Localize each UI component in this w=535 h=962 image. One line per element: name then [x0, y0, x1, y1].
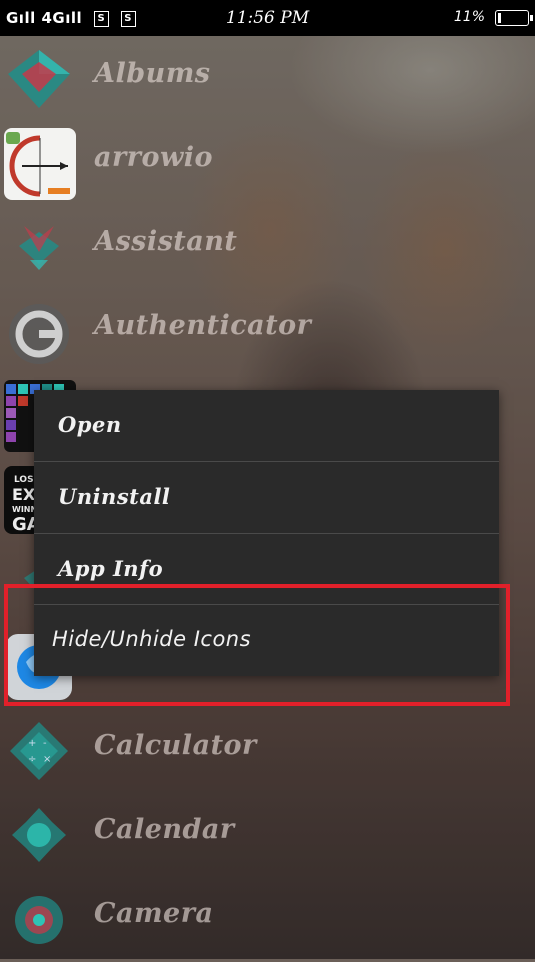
- camera-icon: [4, 884, 74, 954]
- menu-item-uninstall[interactable]: Uninstall: [34, 462, 499, 534]
- battery-percent: 11%: [453, 9, 485, 25]
- app-row-albums[interactable]: Albums: [0, 38, 535, 122]
- app-label: Authenticator: [94, 310, 312, 341]
- calendar-icon: [4, 800, 74, 870]
- app-label: Assistant: [94, 226, 238, 257]
- app-row-calendar[interactable]: Calendar: [0, 794, 535, 878]
- app-row-arrowio[interactable]: arrowio: [0, 122, 535, 206]
- albums-icon: [4, 44, 74, 114]
- authenticator-icon: [4, 296, 74, 366]
- app-row-calculator[interactable]: + - ÷ × Calculator: [0, 710, 535, 794]
- highlight-box: [4, 584, 510, 706]
- app-row-assistant[interactable]: Assistant: [0, 206, 535, 290]
- menu-item-label: Uninstall: [58, 484, 171, 509]
- app-label: arrowio: [94, 142, 213, 173]
- arrowio-icon: [4, 128, 76, 200]
- app-row-authenticator[interactable]: Authenticator: [0, 290, 535, 374]
- app-label: Calculator: [94, 730, 257, 761]
- menu-item-open[interactable]: Open: [34, 390, 499, 462]
- app-label: Camera: [94, 898, 214, 929]
- menu-item-label: Open: [58, 412, 122, 437]
- svg-text:+: +: [28, 738, 36, 749]
- svg-text:×: ×: [43, 754, 51, 765]
- app-row-camera[interactable]: Camera: [0, 878, 535, 962]
- calculator-icon: + - ÷ ×: [4, 716, 74, 786]
- app-label: Albums: [94, 58, 211, 89]
- battery-fill: [498, 13, 501, 23]
- app-label: Calendar: [94, 814, 235, 845]
- menu-item-label: App Info: [58, 556, 164, 581]
- status-bar: Gıll 4Gıll S S 11:56 PM 11%: [0, 0, 535, 36]
- assistant-icon: [4, 212, 74, 282]
- svg-text:÷: ÷: [28, 754, 36, 765]
- svg-text:-: -: [43, 738, 47, 749]
- battery-icon: [495, 10, 533, 26]
